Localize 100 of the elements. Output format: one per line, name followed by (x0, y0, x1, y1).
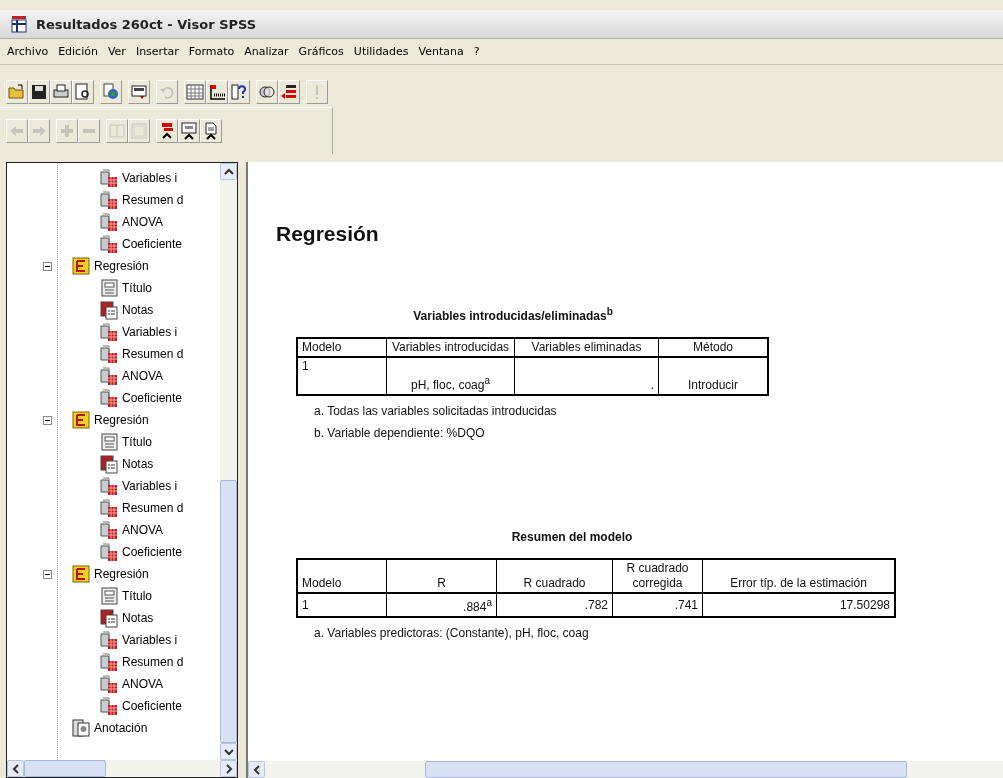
menu-item[interactable]: Gráficos (293, 44, 349, 59)
heading-icon (71, 564, 91, 584)
outline-item[interactable]: ANOVA (122, 677, 164, 691)
outline-item[interactable]: Coeficiente (122, 699, 183, 713)
menu-item[interactable]: ? (468, 44, 485, 59)
outline-item[interactable]: Notas (122, 611, 154, 625)
outline-item[interactable]: Notas (122, 457, 154, 471)
collapse-toggle[interactable] (43, 415, 52, 425)
folder-button[interactable] (6, 80, 28, 104)
outline-item[interactable]: Título (122, 589, 152, 603)
chevron-left-icon (11, 763, 20, 774)
menu-item[interactable]: Utilidades (348, 44, 414, 59)
horizontal-scrollbar[interactable] (248, 761, 1003, 778)
table-icon (99, 696, 119, 716)
stack-icon (280, 83, 298, 101)
table-title: Resumen del modelo (510, 530, 634, 544)
scroll-thumb[interactable] (220, 480, 237, 743)
circles-icon (258, 83, 276, 101)
title-icon (99, 586, 119, 606)
footnote: a. Todas las variables solicitadas introducidas (314, 404, 558, 418)
circles-button[interactable] (256, 80, 278, 104)
outline-item[interactable]: ANOVA (122, 523, 164, 537)
outline-item[interactable]: Variables i (122, 633, 178, 647)
scroll-thumb[interactable] (425, 761, 907, 778)
heading-icon (71, 410, 91, 430)
section-heading: Regresión (276, 222, 380, 246)
vertical-scrollbar[interactable] (220, 163, 237, 760)
scroll-left-button[interactable] (248, 761, 265, 778)
horizontal-scrollbar[interactable] (7, 760, 237, 777)
outline-item[interactable]: Notas (122, 303, 154, 317)
bars-icon (208, 83, 226, 101)
floppy-disk-button[interactable] (28, 80, 50, 104)
outline-item[interactable]: Título (122, 281, 152, 295)
menu-item[interactable]: Formato (183, 44, 240, 59)
window-button[interactable] (128, 80, 150, 104)
bars-button[interactable] (206, 80, 228, 104)
page-icon (180, 122, 198, 140)
outline-item[interactable]: Título (122, 435, 152, 449)
outline-item[interactable]: ANOVA (122, 215, 164, 229)
table-icon (99, 388, 119, 408)
globe-page-button[interactable] (100, 80, 122, 104)
grid-icon (186, 83, 204, 101)
heading-icon (71, 256, 91, 276)
outline-item[interactable]: Regresión (94, 413, 149, 427)
menu-item[interactable]: Ventana (413, 44, 469, 59)
collapse-toggle[interactable] (43, 569, 52, 579)
menu-item[interactable]: Insertar (130, 44, 184, 59)
scroll-left-button[interactable] (7, 760, 24, 777)
question-button[interactable] (228, 80, 250, 104)
outline-item[interactable]: Coeficiente (122, 391, 183, 405)
outline-item[interactable]: Variables i (122, 479, 178, 493)
chevron-left-icon (252, 764, 261, 775)
outline-item[interactable]: Regresión (94, 259, 149, 273)
scroll-down-button[interactable] (220, 743, 237, 760)
outline-item[interactable]: Regresión (94, 567, 149, 581)
page-button[interactable] (178, 119, 200, 143)
scroll-thumb[interactable] (24, 760, 106, 777)
menu-item[interactable]: Ver (102, 44, 131, 59)
table-icon (99, 630, 119, 650)
outline-item[interactable]: Resumen d (122, 501, 184, 515)
collapse-toggle[interactable] (43, 261, 52, 271)
outline-item[interactable]: Variables i (122, 171, 178, 185)
table-icon (99, 476, 119, 496)
table-icon (99, 652, 119, 672)
minus-icon (82, 128, 96, 134)
grid-button[interactable] (184, 80, 206, 104)
page-button[interactable] (200, 119, 222, 143)
table-icon (99, 344, 119, 364)
table-icon (99, 190, 119, 210)
printer-button[interactable] (50, 80, 72, 104)
book-icon (108, 122, 126, 140)
outline-item[interactable]: Resumen d (122, 655, 184, 669)
stack-button[interactable] (278, 80, 300, 104)
scroll-up-button[interactable] (220, 163, 237, 180)
notes-icon (99, 608, 119, 628)
menu-item[interactable]: Analizar (239, 44, 294, 59)
chevron-up-icon (223, 167, 234, 176)
outline-item[interactable]: ANOVA (122, 369, 164, 383)
page-magnifier-button[interactable] (72, 80, 94, 104)
menu-item[interactable]: Archivo (2, 44, 54, 59)
menu-item[interactable]: Edición (53, 44, 103, 59)
stack-button[interactable] (156, 119, 178, 143)
outline-item[interactable]: Coeficiente (122, 237, 183, 251)
outline-item[interactable]: Resumen d (122, 193, 184, 207)
outline-item[interactable]: Coeficiente (122, 545, 183, 559)
globe-page-icon (102, 83, 120, 101)
notes-icon (99, 454, 119, 474)
printer-icon (52, 83, 70, 101)
table-icon (99, 168, 119, 188)
table-icon (99, 498, 119, 518)
outline-item[interactable]: Variables i (122, 325, 178, 339)
chevron-right-icon (224, 763, 233, 774)
table-icon (99, 542, 119, 562)
window-title: Resultados 260ct - Visor SPSS (36, 16, 257, 32)
outline-item[interactable]: Anotación (94, 721, 148, 735)
notes-icon (99, 300, 119, 320)
question-icon (230, 83, 248, 101)
scroll-right-button[interactable] (220, 760, 237, 777)
outline-item[interactable]: Resumen d (122, 347, 184, 361)
table-icon (99, 520, 119, 540)
